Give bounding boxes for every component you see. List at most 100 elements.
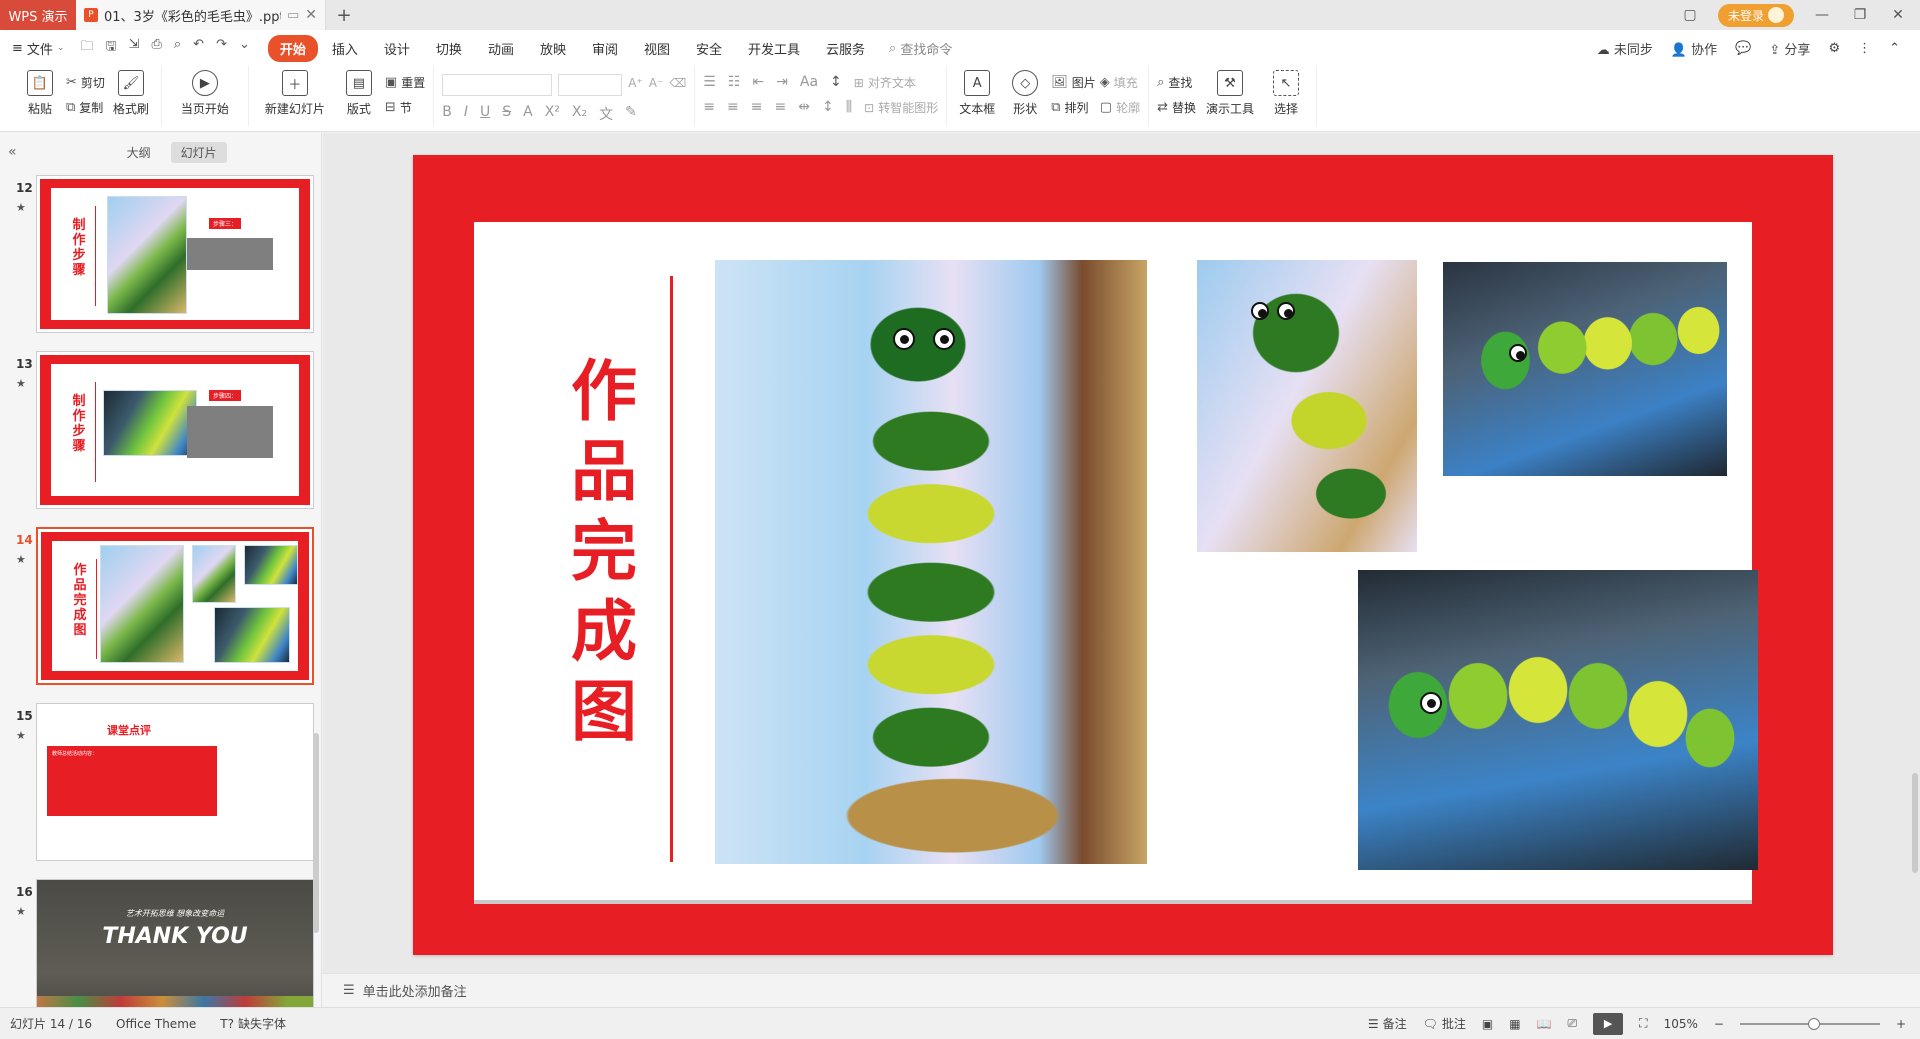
tab-view[interactable]: 视图: [632, 35, 682, 62]
zoom-slider-handle[interactable]: [1807, 1017, 1820, 1030]
current-slide[interactable]: 作品完成图: [413, 155, 1833, 955]
more-icon[interactable]: ⋮: [1858, 41, 1871, 56]
superscript-icon[interactable]: X²: [545, 104, 560, 124]
settings-icon[interactable]: ⚙: [1828, 41, 1840, 56]
tab-slides[interactable]: 幻灯片: [170, 141, 227, 163]
close-window-icon[interactable]: ✕: [1888, 7, 1908, 23]
slide-thumbnail-selected[interactable]: 作品完成图: [36, 527, 314, 685]
sort-icon[interactable]: ↕: [830, 74, 842, 91]
redo-icon[interactable]: ↷: [216, 37, 227, 59]
collab-button[interactable]: 👤 协作: [1671, 39, 1717, 58]
caterpillar-artwork-large[interactable]: [715, 260, 1147, 864]
tab-insert[interactable]: 插入: [320, 35, 370, 62]
highlight-icon[interactable]: ✎: [625, 104, 637, 124]
line-spacing-icon[interactable]: ↕: [822, 99, 834, 116]
tab-security[interactable]: 安全: [684, 35, 734, 62]
new-tab-button[interactable]: +: [326, 0, 362, 30]
window-layout-icon[interactable]: ▢: [1680, 7, 1700, 23]
slide-title[interactable]: 作品完成图: [564, 352, 644, 752]
reset-button[interactable]: ▣ 重置: [385, 74, 425, 91]
save-icon[interactable]: 🖫: [105, 37, 116, 59]
comments-button[interactable]: 🗨 批注: [1423, 1015, 1466, 1032]
from-current-button[interactable]: ▶ 当页开始: [170, 70, 240, 117]
slide-thumbnail[interactable]: 制作步骤 步骤四：: [36, 351, 314, 509]
bullets-icon[interactable]: ☰: [703, 74, 716, 91]
new-slide-button[interactable]: ＋ 新建幻灯片: [257, 70, 333, 117]
replace-button[interactable]: ⇄ 替换: [1157, 99, 1196, 116]
slide-sorter-icon[interactable]: ▦: [1509, 1017, 1520, 1031]
collapse-ribbon-icon[interactable]: ⌃: [1889, 41, 1900, 56]
find-button[interactable]: ⌕ 查找: [1157, 74, 1196, 91]
missing-font-button[interactable]: T? 缺失字体: [220, 1015, 286, 1032]
print-preview-icon[interactable]: ⌕: [174, 37, 181, 59]
normal-view-icon[interactable]: ▣: [1482, 1017, 1493, 1031]
section-button[interactable]: ⊟ 节: [385, 99, 425, 116]
cut-button[interactable]: ✂ 剪切: [66, 74, 105, 91]
fit-window-icon[interactable]: ⛶: [1639, 1016, 1647, 1031]
caterpillar-leaf-print-artwork-large[interactable]: [1358, 570, 1758, 870]
smart-shape-button[interactable]: ⊡ 转智能图形: [864, 99, 938, 116]
text-case-icon[interactable]: Aa: [800, 74, 818, 91]
underline-icon[interactable]: U: [480, 104, 490, 124]
notes-pane[interactable]: ☰ 单击此处添加备注: [323, 973, 1920, 1007]
fill-button[interactable]: ◈ 填充: [1100, 74, 1140, 91]
clear-format-icon[interactable]: ⌫: [669, 76, 686, 96]
app-tab[interactable]: WPS 演示: [0, 0, 76, 30]
caterpillar-artwork-small[interactable]: [1197, 260, 1417, 552]
sync-button[interactable]: ☁ 未同步: [1597, 39, 1653, 58]
bold-icon[interactable]: B: [442, 104, 452, 124]
align-center-icon[interactable]: ≡: [727, 99, 739, 116]
justify-icon[interactable]: ≡: [775, 99, 787, 116]
select-button[interactable]: ↖ 选择: [1264, 70, 1308, 117]
align-text-button[interactable]: ⊞ 对齐文本: [854, 74, 916, 91]
presenter-view-icon[interactable]: ⎚: [1568, 1016, 1578, 1031]
shape-button[interactable]: ◇ 形状: [1003, 70, 1047, 117]
customize-icon[interactable]: ⌄: [239, 37, 250, 59]
increase-indent-icon[interactable]: ⇥: [776, 74, 788, 91]
textbox-button[interactable]: A 文本框: [955, 70, 999, 117]
comment-icon[interactable]: 💬: [1735, 41, 1751, 56]
zoom-level[interactable]: 105%: [1664, 1017, 1698, 1031]
open-icon[interactable]: 🗀: [80, 37, 93, 59]
tab-transitions[interactable]: 切换: [424, 35, 474, 62]
share-button[interactable]: ⇪ 分享: [1769, 39, 1810, 58]
arrange-button[interactable]: ⧉ 排列: [1051, 99, 1096, 116]
slide-thumbnail[interactable]: 艺术开拓思维 想象改变命运 THANK YOU: [36, 879, 314, 1007]
distribute-icon[interactable]: ⇹: [798, 99, 810, 116]
pin-icon[interactable]: ▭: [287, 8, 299, 23]
italic-icon[interactable]: I: [464, 104, 468, 124]
decrease-indent-icon[interactable]: ⇤: [752, 74, 764, 91]
pinyin-icon[interactable]: 文: [599, 104, 613, 124]
paste-button[interactable]: 📋 粘贴: [18, 70, 62, 117]
panel-scrollbar[interactable]: [313, 733, 319, 933]
subscript-icon[interactable]: X₂: [572, 104, 587, 124]
tab-developer[interactable]: 开发工具: [736, 35, 812, 62]
tab-home[interactable]: 开始: [267, 34, 318, 62]
reading-view-icon[interactable]: 📖: [1537, 1017, 1552, 1031]
minimize-icon[interactable]: —: [1812, 7, 1832, 23]
numbering-icon[interactable]: ☷: [728, 74, 741, 91]
zoom-slider[interactable]: [1739, 1017, 1880, 1030]
tab-animations[interactable]: 动画: [476, 35, 526, 62]
tab-cloud[interactable]: 云服务: [814, 35, 877, 62]
align-left-icon[interactable]: ≡: [703, 99, 715, 116]
collapse-panel-icon[interactable]: «: [8, 144, 17, 160]
tab-outline[interactable]: 大纲: [117, 142, 161, 163]
shrink-font-icon[interactable]: A⁻: [649, 76, 664, 96]
theme-name[interactable]: Office Theme: [116, 1017, 196, 1031]
align-right-icon[interactable]: ≡: [751, 99, 763, 116]
restore-icon[interactable]: ❐: [1850, 7, 1870, 23]
notes-toggle-button[interactable]: ☰ 备注: [1368, 1015, 1407, 1032]
format-painter-button[interactable]: 🖌 格式刷: [109, 70, 153, 117]
slide-thumbnail[interactable]: 课堂点评 教师总结活动内容：: [36, 703, 314, 861]
caterpillar-leaf-print-artwork[interactable]: [1443, 262, 1727, 476]
copy-button[interactable]: ⧉ 复制: [66, 99, 105, 116]
tab-review[interactable]: 审阅: [580, 35, 630, 62]
export-icon[interactable]: ⇲: [129, 37, 140, 59]
columns-icon[interactable]: ⫼: [846, 99, 852, 116]
document-tab[interactable]: P 01、3岁《彩色的毛毛虫》.pptx ▭ ✕: [76, 0, 326, 30]
print-icon[interactable]: ⎙: [151, 37, 161, 59]
undo-icon[interactable]: ↶: [193, 37, 204, 59]
zoom-out-icon[interactable]: −: [1714, 1017, 1724, 1031]
command-search[interactable]: ⌕ 查找命令: [889, 39, 952, 58]
